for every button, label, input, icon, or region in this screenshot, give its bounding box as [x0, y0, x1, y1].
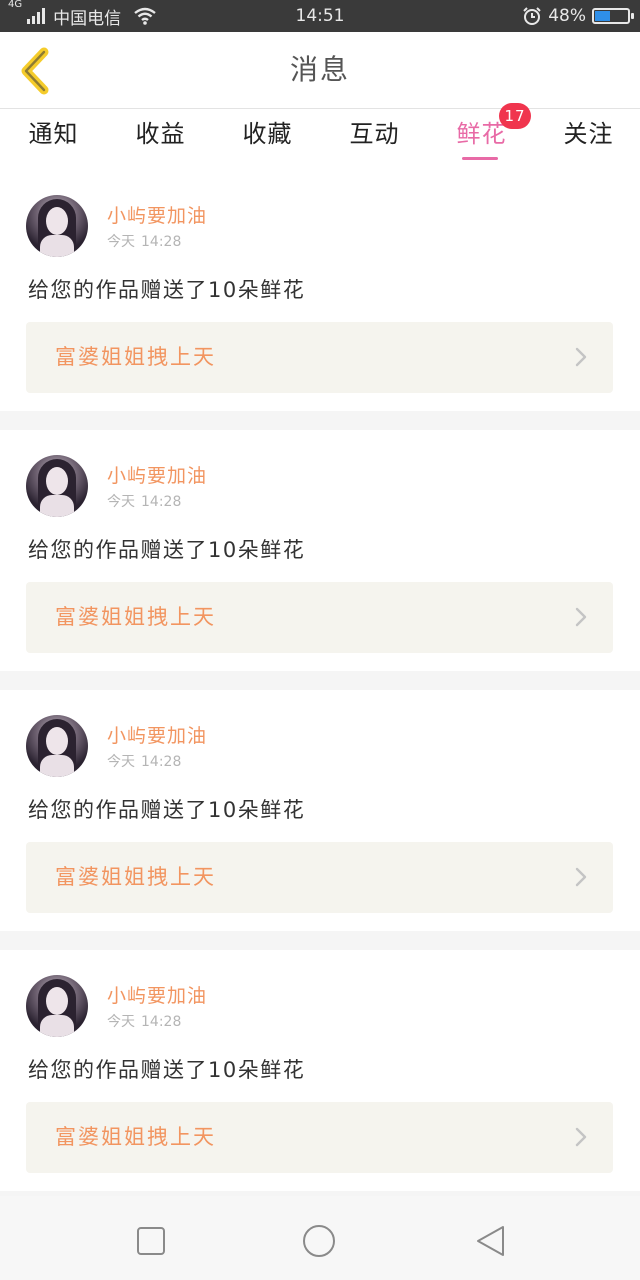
message-time: 今天 14:28	[107, 751, 181, 771]
work-title: 富婆姐姐拽上天	[55, 345, 216, 369]
message-clock: 14:28	[141, 234, 182, 250]
chevron-right-icon	[575, 607, 587, 627]
tab-label: 收益	[135, 120, 186, 148]
chevron-right-icon	[575, 1127, 587, 1147]
status-right: 48%	[522, 0, 634, 32]
active-tab-indicator	[462, 157, 498, 160]
tab-earnings[interactable]: 收益	[107, 109, 214, 170]
app-header: 消息	[0, 32, 640, 109]
work-link[interactable]: 富婆姐姐拽上天	[26, 842, 613, 913]
message-text: 给您的作品赠送了10朵鲜花	[28, 1058, 306, 1082]
triangle-back-icon[interactable]	[474, 1224, 508, 1258]
avatar[interactable]	[26, 975, 88, 1037]
message-card: 小屿要加油 今天 14:28 给您的作品赠送了10朵鲜花 富婆姐姐拽上天	[0, 430, 640, 671]
message-text: 给您的作品赠送了10朵鲜花	[28, 278, 306, 302]
battery-fill	[595, 11, 611, 21]
message-time: 今天 14:28	[107, 491, 181, 511]
unread-badge: 17	[499, 103, 531, 129]
message-clock: 14:28	[141, 1014, 182, 1030]
alarm-clock-icon	[523, 7, 541, 25]
page-title: 消息	[289, 53, 350, 86]
message-text: 给您的作品赠送了10朵鲜花	[28, 798, 306, 822]
message-day: 今天	[107, 494, 135, 510]
avatar[interactable]	[26, 195, 88, 257]
sender-name[interactable]: 小屿要加油	[107, 981, 207, 1008]
sender-name[interactable]: 小屿要加油	[107, 201, 207, 228]
chevron-right-icon	[575, 347, 587, 367]
work-link[interactable]: 富婆姐姐拽上天	[26, 582, 613, 653]
tab-label: 收藏	[242, 120, 293, 148]
battery-icon	[592, 8, 634, 24]
message-tabs: 通知 收益 收藏 互动 鲜花 17 关注	[0, 103, 640, 170]
tab-interaction[interactable]: 互动	[321, 109, 428, 170]
message-time: 今天 14:28	[107, 1011, 181, 1031]
avatar[interactable]	[26, 455, 88, 517]
message-time: 今天 14:28	[107, 231, 181, 251]
work-title: 富婆姐姐拽上天	[55, 1125, 216, 1149]
sender-name[interactable]: 小屿要加油	[107, 461, 207, 488]
work-link[interactable]: 富婆姐姐拽上天	[26, 1102, 613, 1173]
tab-flowers[interactable]: 鲜花 17	[428, 103, 535, 170]
circle-icon[interactable]	[302, 1224, 336, 1258]
message-clock: 14:28	[141, 754, 182, 770]
tab-favorites[interactable]: 收藏	[214, 109, 321, 170]
tab-label: 鲜花	[456, 120, 507, 148]
message-day: 今天	[107, 234, 135, 250]
tab-label: 关注	[563, 120, 614, 148]
status-bar: 4G 中国电信 14:51 48%	[0, 0, 640, 32]
message-day: 今天	[107, 1014, 135, 1030]
work-title: 富婆姐姐拽上天	[55, 605, 216, 629]
tab-label: 通知	[28, 120, 79, 148]
square-icon[interactable]	[134, 1224, 168, 1258]
tab-label: 互动	[349, 120, 400, 148]
work-link[interactable]: 富婆姐姐拽上天	[26, 322, 613, 393]
avatar[interactable]	[26, 715, 88, 777]
message-clock: 14:28	[141, 494, 182, 510]
tab-notice[interactable]: 通知	[0, 109, 107, 170]
chevron-right-icon	[575, 867, 587, 887]
work-title: 富婆姐姐拽上天	[55, 865, 216, 889]
message-card: 小屿要加油 今天 14:28 给您的作品赠送了10朵鲜花 富婆姐姐拽上天	[0, 950, 640, 1191]
message-text: 给您的作品赠送了10朵鲜花	[28, 538, 306, 562]
message-card: 小屿要加油 今天 14:28 给您的作品赠送了10朵鲜花 富婆姐姐拽上天	[0, 170, 640, 411]
message-day: 今天	[107, 754, 135, 770]
sender-name[interactable]: 小屿要加油	[107, 721, 207, 748]
battery-percent: 48%	[548, 6, 586, 26]
tab-follow[interactable]: 关注	[535, 109, 640, 170]
message-card: 小屿要加油 今天 14:28 给您的作品赠送了10朵鲜花 富婆姐姐拽上天	[0, 690, 640, 931]
system-nav-bar	[0, 1196, 640, 1280]
